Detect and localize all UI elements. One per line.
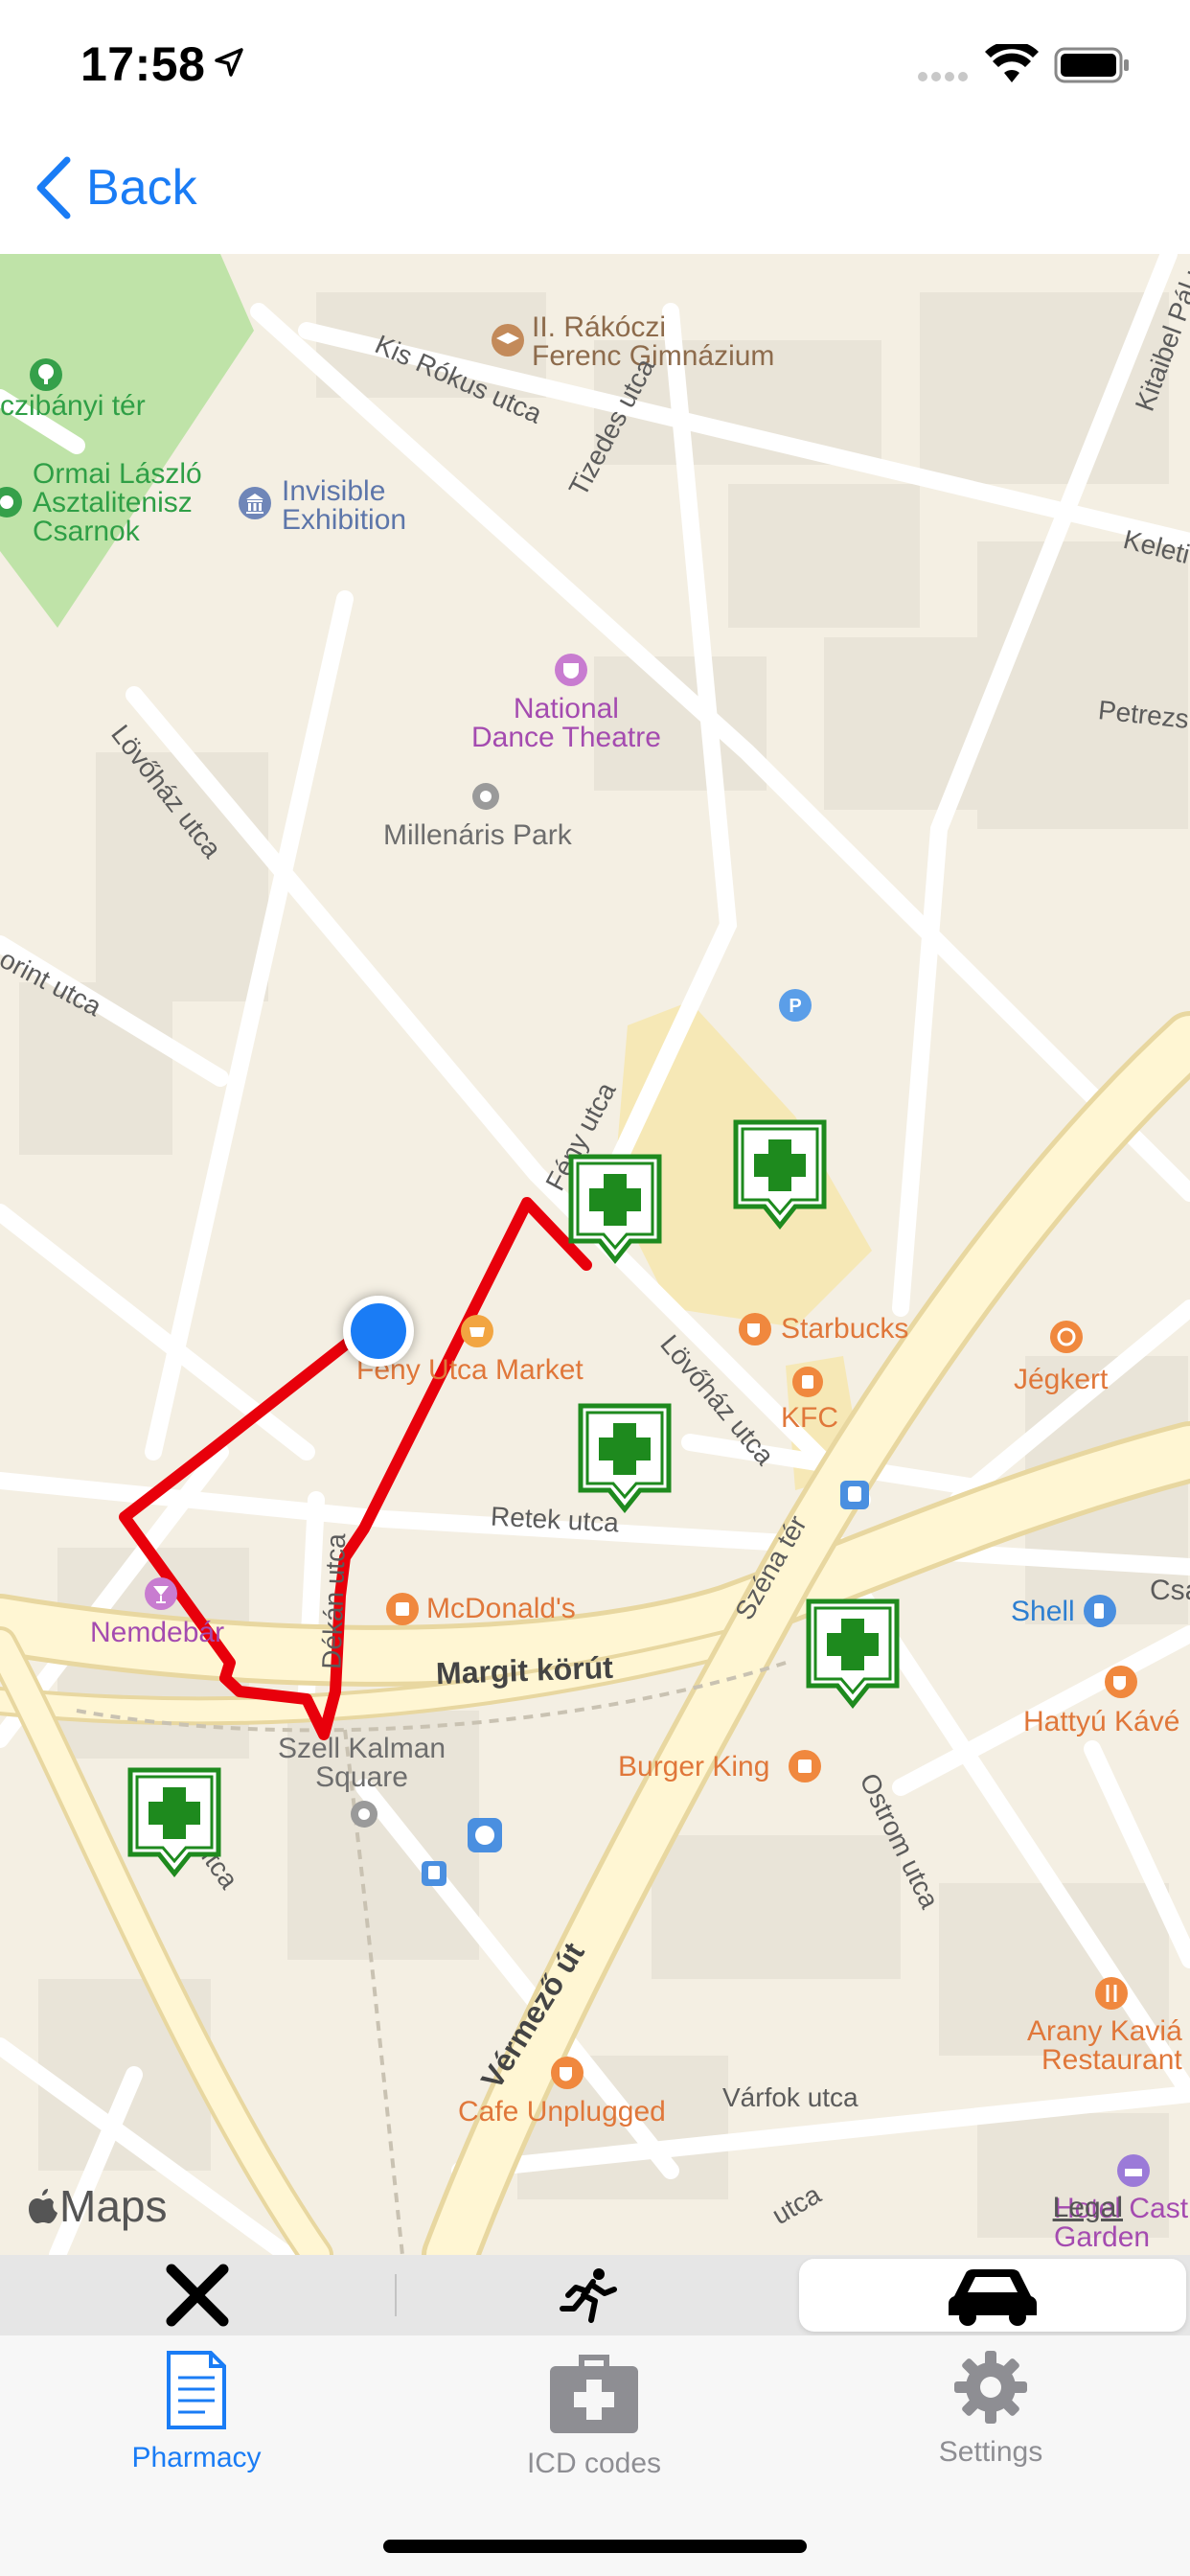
back-button-label: Back [86,160,197,216]
fastfood-icon [789,1750,821,1782]
tram-stop-icon [840,1481,869,1509]
tab-label-icd-codes: ICD codes [526,2448,662,2479]
segment-walking[interactable] [397,2259,784,2332]
transport-mode-segmented [0,2255,1190,2335]
fastfood-icon [386,1593,419,1625]
theatre-icon [555,654,587,686]
battery-icon [1054,47,1129,83]
tab-settings[interactable]: Settings [847,2349,1134,2469]
user-location-dot [343,1296,414,1367]
legal-link[interactable]: Legal [1053,2192,1123,2224]
fuel-icon [1084,1595,1116,1627]
parking-icon: P [779,989,812,1022]
map-label-nemdebar: Nemdebár [90,1617,225,1648]
walking-person-icon [560,2268,617,2323]
map-label-millenaris: Millenáris Park [383,819,572,851]
street-dekan: Dékán utca [316,1532,352,1670]
map-label-jegkert: Jégkert [1014,1364,1109,1395]
cafe-icon [551,2057,584,2089]
sports-icon [0,487,22,518]
apple-logo-icon [29,2189,57,2223]
map-label-szell: Szell Kalman Square [278,1733,446,1793]
map-label-hattyu: Hattyú Kávé [1023,1706,1180,1737]
map-label-czibanyi: czibányi tér [0,390,146,422]
fastfood-icon [792,1367,823,1397]
close-icon [166,2264,229,2327]
map-label-burger-king: Burger King [618,1751,770,1782]
cafe-icon [739,1313,771,1346]
status-time: 17:58 [80,37,206,91]
street-margit: Margit körút [435,1649,614,1691]
cafe-icon [1105,1666,1137,1698]
map-label-mcdonalds: McDonald's [426,1593,576,1624]
cellular-signal-icon [918,69,972,86]
document-icon [167,2351,226,2429]
map-label-starbucks: Starbucks [781,1313,909,1345]
metro-icon [468,1818,502,1852]
park-tree-icon [30,358,62,391]
wifi-icon [985,44,1039,82]
tab-label-pharmacy: Pharmacy [131,2442,262,2473]
bar-icon [145,1577,177,1610]
apple-maps-label: Maps [59,2181,168,2231]
map-label-national-dance: National Dance Theatre [471,693,661,753]
car-icon [949,2269,1037,2326]
pharmacy-marker[interactable] [732,1118,828,1233]
restaurant-icon [1050,1321,1083,1353]
tab-icd-codes[interactable]: ICD codes [450,2349,738,2480]
hotel-icon [1117,2154,1150,2187]
map-label-cafe-unplugged: Cafe Unplugged [458,2096,666,2128]
map-label-shell: Shell [1011,1596,1075,1627]
map-label-rakoczi: II. Rákóczi Ferenc Gimnázium [532,311,775,372]
navigation-bar: Back [0,129,1190,256]
segment-driving[interactable] [799,2259,1186,2332]
street-varfok: Várfok utca [722,2082,858,2112]
map-view[interactable]: czibányi tér Ormai László Asztalitenisz … [0,254,1190,2255]
gear-icon [954,2351,1027,2424]
map-label-ormai: Ormai László Asztalitenisz Csarnok [33,458,202,547]
tram-stop-icon [422,1861,446,1886]
park-pin-icon [472,783,499,810]
square-pin-icon [351,1801,378,1828]
segment-close[interactable] [4,2259,391,2332]
pharmacy-marker[interactable] [577,1402,673,1517]
location-arrow-icon [215,48,243,77]
pharmacy-marker[interactable] [126,1766,222,1881]
first-aid-kit-icon [550,2355,638,2433]
chevron-left-icon [36,156,71,219]
museum-icon [239,487,271,519]
map-label-invisible: Invisible Exhibition [282,475,407,536]
restaurant-icon [1095,1977,1128,2010]
school-icon [492,324,524,356]
apple-maps-logo: Maps [27,2180,167,2232]
back-button[interactable]: Back [34,156,197,219]
map-label-arany: Arany Kaviá Restaurant [1027,2015,1182,2076]
pharmacy-marker[interactable] [805,1598,901,1713]
tab-label-settings: Settings [938,2436,1043,2468]
home-indicator [383,2540,807,2553]
map-label-kfc: KFC [781,1402,838,1434]
status-bar: 17:58 [0,0,1190,129]
street-csa: Csa [1150,1575,1190,1606]
market-icon [461,1315,493,1347]
pharmacy-marker[interactable] [567,1153,663,1268]
tab-pharmacy[interactable]: Pharmacy [53,2349,340,2474]
svg-text:P: P [789,996,801,1017]
